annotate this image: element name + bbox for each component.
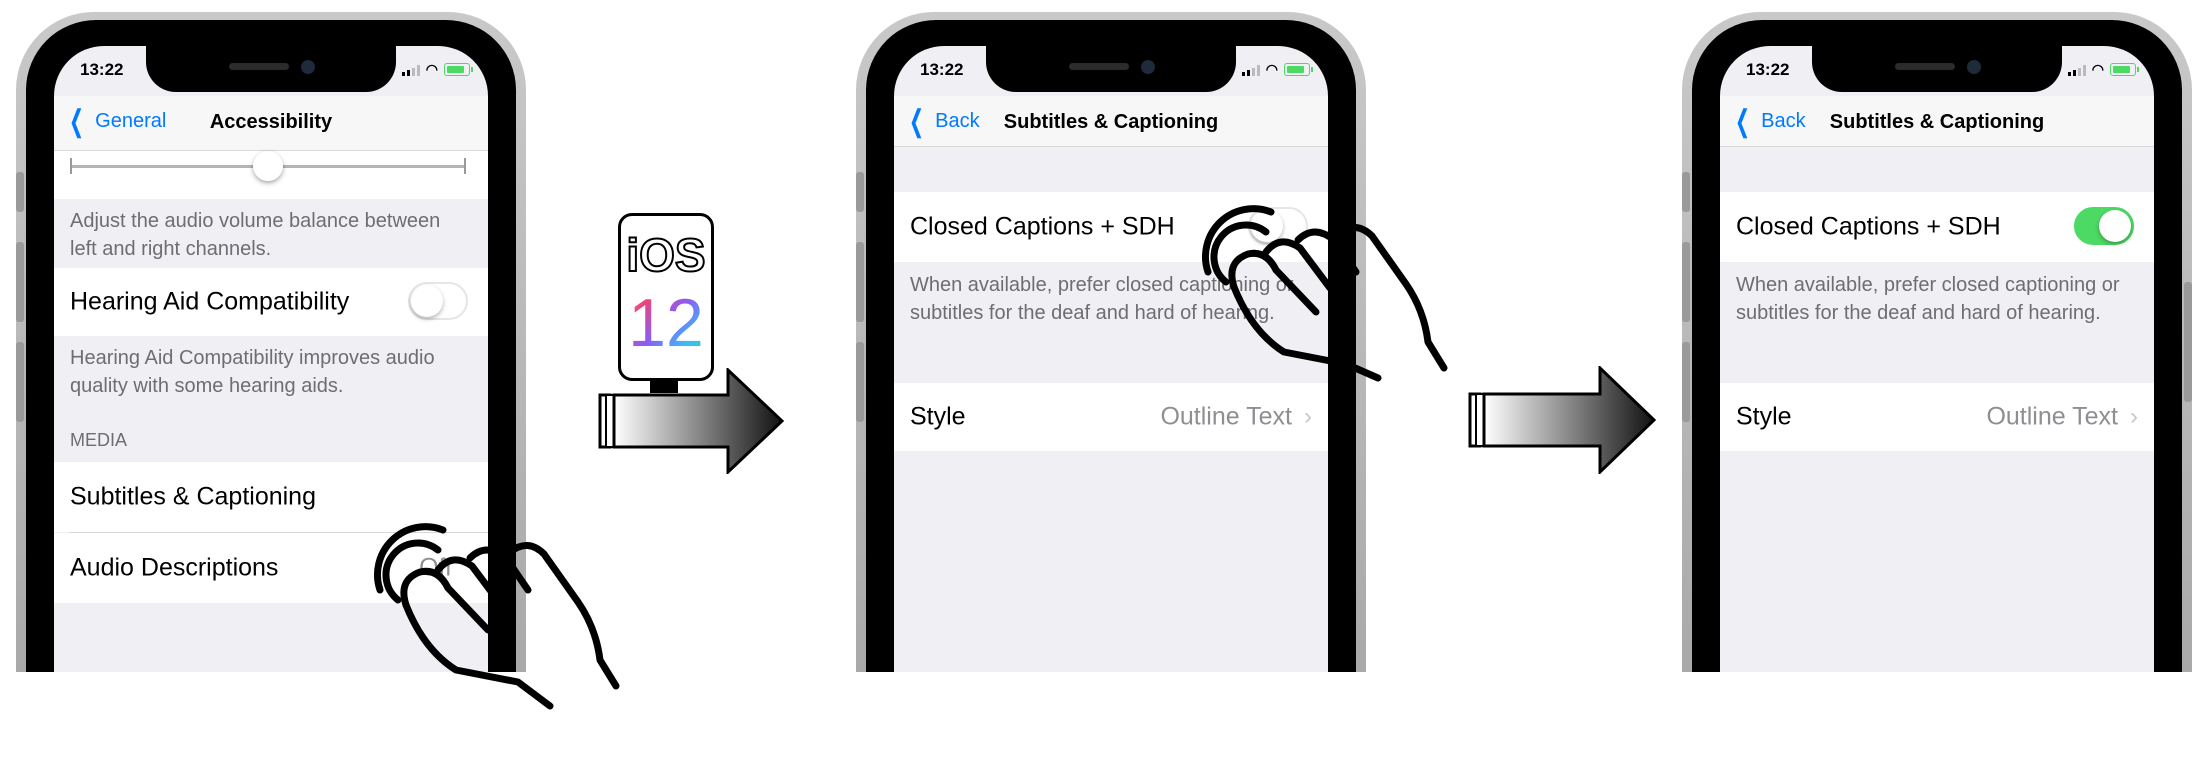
right-arrow-icon	[1468, 366, 1657, 474]
hearing-aid-label: Hearing Aid Compatibility	[70, 287, 350, 316]
wifi-icon: ◠	[425, 61, 438, 77]
ios-badge-line1: iOS	[625, 229, 706, 281]
phone-frame-3: 13:22 ◠ ❮ Back Subtitles & Captioning Cl…	[1682, 12, 2192, 672]
audio-descriptions-label: Audio Descriptions	[70, 553, 279, 582]
closed-captions-toggle[interactable]	[2074, 207, 2134, 245]
style-label: Style	[1736, 402, 1792, 431]
balance-footer: Adjust the audio volume balance between …	[70, 210, 441, 260]
ios12-badge: iOS 12	[618, 213, 714, 381]
hearing-aid-toggle[interactable]	[408, 282, 468, 320]
closed-captions-label: Closed Captions + SDH	[1736, 212, 2001, 241]
cellular-signal-icon	[1241, 64, 1260, 76]
style-cell[interactable]: Style Outline Text ›	[1720, 383, 2154, 451]
page-title: Subtitles & Captioning	[1829, 111, 2045, 133]
tap-hand-icon	[374, 523, 620, 710]
page-title: Subtitles & Captioning	[1003, 111, 1219, 133]
style-value: Outline Text	[1160, 402, 1292, 431]
status-time: 13:22	[80, 60, 124, 79]
hearing-aid-cell[interactable]: Hearing Aid Compatibility	[54, 268, 488, 336]
balance-slider-cell	[54, 151, 488, 199]
cellular-signal-icon	[401, 64, 420, 76]
notch	[986, 46, 1236, 92]
closed-captions-label: Closed Captions + SDH	[910, 212, 1175, 241]
subtitles-captioning-label: Subtitles & Captioning	[70, 482, 316, 511]
ios-badge-line2: 12	[621, 286, 711, 360]
slider-thumb[interactable]	[253, 151, 283, 181]
notch	[1812, 46, 2062, 92]
screen-subtitles-after: 13:22 ◠ ❮ Back Subtitles & Captioning Cl…	[1720, 46, 2154, 672]
navigation-bar: ❮ Back Subtitles & Captioning	[894, 96, 1328, 147]
right-arrow-icon	[598, 368, 785, 474]
wifi-icon: ◠	[1265, 61, 1278, 77]
battery-icon	[2110, 63, 2139, 76]
closed-captions-cell[interactable]: Closed Captions + SDH	[1720, 192, 2154, 262]
battery-icon	[444, 63, 473, 76]
closed-captions-footer: When available, prefer closed captioning…	[1736, 274, 2120, 324]
style-value: Outline Text	[1986, 402, 2118, 431]
navigation-bar: ❮ Back Subtitles & Captioning	[1720, 96, 2154, 147]
style-label: Style	[910, 402, 966, 431]
tap-hand-icon	[1202, 205, 1448, 382]
wifi-icon: ◠	[2091, 61, 2104, 77]
navigation-bar: ❮ General Accessibility	[54, 96, 488, 151]
media-section-header: MEDIA	[70, 430, 128, 450]
cellular-signal-icon	[2067, 64, 2086, 76]
page-title: Accessibility	[209, 111, 333, 133]
status-time: 13:22	[920, 60, 964, 79]
hearing-aid-footer: Hearing Aid Compatibility improves audio…	[70, 347, 435, 397]
status-time: 13:22	[1746, 60, 1790, 79]
chevron-right-icon: ›	[1304, 403, 1312, 430]
chevron-right-icon: ›	[2130, 403, 2138, 430]
balance-slider[interactable]	[70, 151, 466, 181]
notch	[146, 46, 396, 92]
battery-icon	[1284, 63, 1313, 76]
